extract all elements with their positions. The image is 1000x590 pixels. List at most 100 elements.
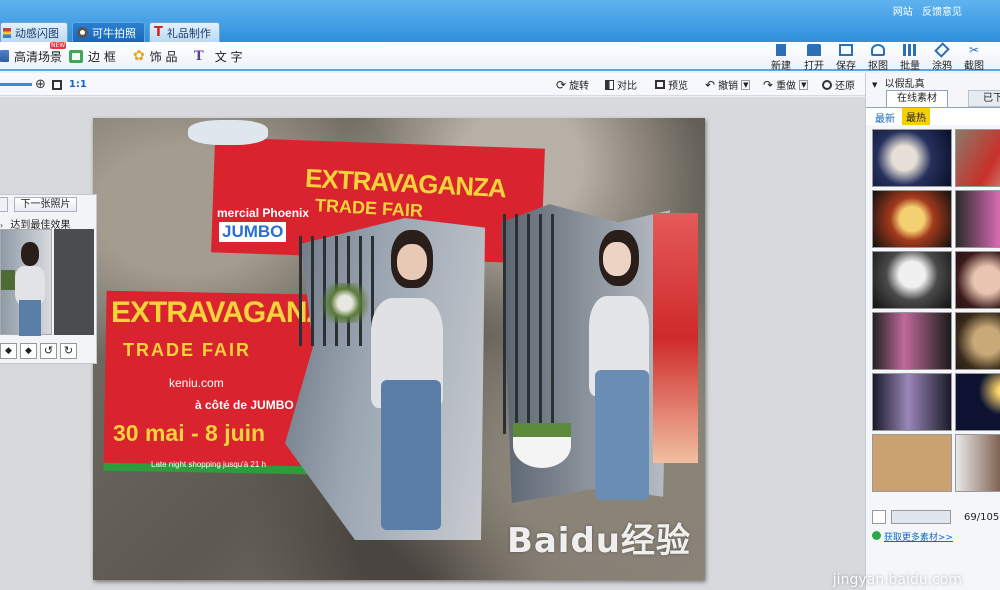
save-button[interactable]: 保存: [831, 44, 861, 72]
person-left: [361, 230, 453, 530]
main-toolbar: 高清场景 NEW 边 框 ✿ 饰 品 T 文 字 新建 打开 保存 抠图 批量 …: [0, 42, 1000, 72]
flip-horizontal-icon[interactable]: ◆: [0, 343, 17, 359]
scene-button[interactable]: 高清场景 NEW: [0, 42, 67, 66]
new-label: 新建: [771, 61, 791, 72]
rotate-label: 旋转: [569, 81, 590, 92]
text-button[interactable]: T 文 字: [194, 46, 243, 66]
tab-animated[interactable]: 动感闪图: [0, 22, 68, 42]
undo-dropdown-icon[interactable]: ▼: [741, 79, 751, 90]
use-button[interactable]: 用: [991, 44, 1000, 72]
frame-button[interactable]: 边 框: [69, 46, 116, 66]
material-thumb-8[interactable]: [955, 312, 1000, 370]
text-label: 文 字: [214, 49, 243, 64]
compare-label: 对比: [617, 81, 637, 92]
material-thumb-11[interactable]: [872, 434, 952, 492]
new-button[interactable]: 新建: [766, 44, 796, 72]
poster-top-jumbo: JUMBO: [219, 222, 287, 242]
flip-vertical-icon[interactable]: ◆: [20, 343, 37, 359]
zoom-ratio[interactable]: 1:1: [69, 79, 87, 90]
tab-animated-label: 动感闪图: [15, 26, 59, 40]
compare-button[interactable]: 对比: [605, 77, 637, 92]
feedback-link[interactable]: 反馈意见: [922, 7, 962, 18]
mode-tabs: 动感闪图 可牛拍照 T 礼品制作: [0, 22, 220, 42]
material-thumb-7[interactable]: [872, 312, 952, 370]
screenshot-button[interactable]: ✂ 截图: [959, 44, 989, 72]
material-thumb-10[interactable]: [955, 373, 1000, 431]
panel-header[interactable]: ▼ 以假乱真: [872, 75, 925, 90]
batch-button[interactable]: 批量: [895, 44, 925, 72]
redo-dropdown-icon[interactable]: ▼: [799, 79, 809, 90]
tab-gift-label: 礼品制作: [166, 26, 211, 40]
restore-icon: [822, 79, 832, 90]
website-link[interactable]: 网站: [893, 7, 913, 18]
scene-icon: [0, 50, 9, 62]
poster-main-url: keniu.com: [169, 376, 224, 390]
material-thumb-4[interactable]: [955, 190, 1000, 248]
scene-label: 高清场景: [14, 49, 63, 64]
pager-prev-icon[interactable]: [872, 510, 886, 524]
flower-pot-right: [513, 423, 571, 468]
edited-photo[interactable]: EXTRAVAGANZA TRADE FAIR mercial Phoenix …: [93, 118, 705, 580]
preview-icon: [655, 80, 665, 89]
cutout-button[interactable]: 抠图: [863, 44, 893, 72]
redo-button[interactable]: ↷ 重做 ▼: [763, 77, 809, 92]
poster-main-line5: 30 mai - 8 juin: [113, 420, 266, 446]
poster-right-strip: [653, 213, 698, 463]
save-label: 保存: [836, 61, 856, 72]
rotate-left-icon[interactable]: ↺: [40, 343, 57, 359]
prev-photo-button[interactable]: [0, 197, 8, 212]
thumb-controls: ◆ ◆ ↺ ↻: [0, 343, 77, 359]
fit-screen-icon[interactable]: [51, 79, 62, 90]
more-materials-label: 获取更多素材>>: [883, 533, 953, 543]
open-button[interactable]: 打开: [799, 44, 829, 72]
material-grid: [872, 129, 1000, 499]
selected-photo-thumb[interactable]: [0, 229, 52, 336]
save-disk-icon: [839, 44, 853, 56]
canvas-area: EXTRAVAGANZA TRADE FAIR mercial Phoenix …: [0, 97, 865, 590]
photo-nav-panel: 下一张照片 › 达到最佳效果 ◆ ◆ ↺ ↻: [0, 194, 97, 364]
preview-button[interactable]: 预览: [655, 77, 688, 92]
undo-label: 撤销: [718, 81, 739, 92]
material-thumb-1[interactable]: [872, 129, 952, 187]
zoom-in-icon[interactable]: ⊕: [35, 77, 46, 92]
more-materials[interactable]: 获取更多素材>>: [872, 530, 953, 543]
zoom-slider[interactable]: [0, 83, 32, 86]
download-icon: [872, 531, 881, 540]
tab-online-material[interactable]: 在线素材: [886, 90, 948, 107]
compare-icon: [605, 79, 614, 90]
rotate-right-icon[interactable]: ↻: [60, 343, 77, 359]
poster-top-line3: mercial Phoenix: [217, 206, 310, 220]
material-thumb-3[interactable]: [872, 190, 952, 248]
tab-gift[interactable]: T 礼品制作: [149, 22, 220, 42]
paper-scrap-top: [188, 120, 268, 145]
redo-label: 重做: [776, 81, 797, 92]
frame-label: 边 框: [88, 49, 116, 64]
filter-hot[interactable]: 最热: [902, 108, 930, 125]
rotate-button[interactable]: ⟳ 旋转: [556, 77, 590, 93]
material-thumb-2[interactable]: [955, 129, 1000, 187]
next-photo-button[interactable]: 下一张照片: [14, 197, 77, 212]
edit-toolbar: ⊕ 1:1 ⟳ 旋转 对比 预览 ↶ 撤销 ▼ ↷ 重做 ▼ 还原: [0, 73, 865, 96]
material-thumb-9[interactable]: [872, 373, 952, 431]
scissors-icon: ✂: [968, 43, 980, 57]
material-thumb-5[interactable]: [872, 251, 952, 309]
undo-icon: ↶: [705, 77, 716, 92]
restore-label: 还原: [835, 81, 855, 92]
flower-icon: ✿: [133, 48, 145, 64]
screenshot-label: 截图: [964, 61, 984, 72]
film-icon: [3, 27, 11, 38]
undo-button[interactable]: ↶ 撤销 ▼: [705, 77, 751, 92]
doodle-button[interactable]: 涂鸦: [927, 42, 957, 72]
filter-new[interactable]: 最新: [875, 110, 895, 125]
frame-icon: [69, 49, 83, 63]
decor-button[interactable]: ✿ 饰 品: [133, 46, 178, 66]
tab-camera[interactable]: 可牛拍照: [72, 22, 145, 42]
material-thumb-12[interactable]: [955, 434, 1000, 492]
pager-box[interactable]: [891, 510, 952, 524]
material-thumb-6[interactable]: [955, 251, 1000, 309]
tab-downloaded[interactable]: 已下: [968, 90, 1000, 107]
restore-button[interactable]: 还原: [822, 77, 855, 92]
panel-header-label: 以假乱真: [884, 79, 925, 90]
collapse-arrow-icon: ▼: [872, 81, 878, 89]
rotate-icon: ⟳: [556, 77, 567, 92]
